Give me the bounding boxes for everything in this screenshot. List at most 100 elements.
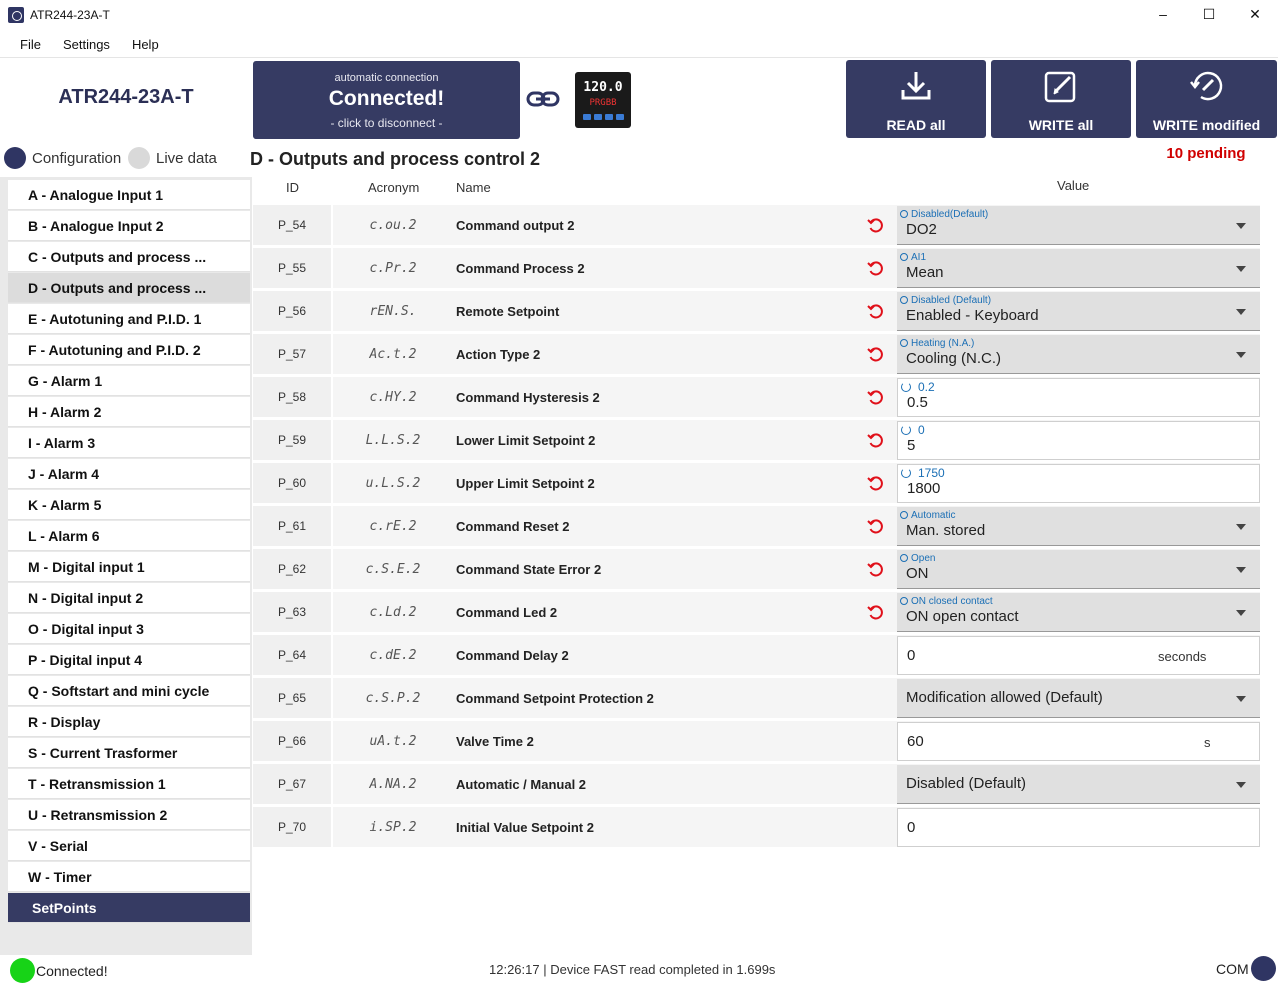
- menu-settings[interactable]: Settings: [63, 37, 110, 52]
- sidebar-item-v[interactable]: V - Serial: [8, 831, 250, 861]
- selected-value: Enabled - Keyboard: [906, 307, 1039, 324]
- com-port-indicator-icon[interactable]: [1251, 956, 1276, 981]
- write-all-label: WRITE all: [1028, 117, 1094, 133]
- value-input[interactable]: 60 s: [897, 722, 1260, 761]
- param-id: P_57: [253, 334, 331, 374]
- param-acronym: c.ou.2: [369, 217, 417, 233]
- sidebar-item-w[interactable]: W - Timer: [8, 862, 250, 892]
- sidebar-item-a[interactable]: A - Analogue Input 1: [8, 180, 250, 210]
- param-acronym: L.L.S.2: [365, 432, 421, 448]
- reset-to-default-icon[interactable]: [867, 518, 883, 534]
- value-select[interactable]: AI1 Mean: [897, 249, 1260, 288]
- configuration-label: Configuration: [32, 149, 122, 167]
- sidebar-item-d[interactable]: D - Outputs and process ...: [8, 273, 250, 303]
- table-row: P_59 L.L.S.2 Lower Limit Setpoint 2 05: [253, 420, 1260, 460]
- value-select[interactable]: Automatic Man. stored: [897, 507, 1260, 546]
- sidebar-item-b[interactable]: B - Analogue Input 2: [8, 211, 250, 241]
- param-acronym: c.S.E.2: [365, 561, 421, 577]
- param-name: Valve Time 2: [456, 733, 534, 749]
- param-name: Command Hysteresis 2: [456, 389, 600, 405]
- download-icon: [901, 72, 931, 100]
- sidebar-item-f[interactable]: F - Autotuning and P.I.D. 2: [8, 335, 250, 365]
- read-all-button[interactable]: READ all: [846, 60, 986, 138]
- sidebar-item-c[interactable]: C - Outputs and process ...: [8, 242, 250, 272]
- table-row: P_62 c.S.E.2 Command State Error 2 Open ON: [253, 549, 1260, 589]
- minimize-button[interactable]: –: [1140, 0, 1186, 28]
- selected-value: ON open contact: [906, 608, 1019, 625]
- default-value-icon: [900, 339, 908, 347]
- connection-button[interactable]: automatic connection Connected! - click …: [253, 61, 520, 139]
- maximize-button[interactable]: ☐: [1186, 0, 1232, 28]
- sidebar-item-r[interactable]: R - Display: [8, 707, 250, 737]
- sidebar-item-m[interactable]: M - Digital input 1: [8, 552, 250, 582]
- reset-to-default-icon[interactable]: [867, 561, 883, 577]
- value-select[interactable]: Disabled(Default) DO2: [897, 206, 1260, 245]
- value-select[interactable]: Modification allowed (Default): [897, 679, 1260, 718]
- sidebar-item-k[interactable]: K - Alarm 5: [8, 490, 250, 520]
- reset-to-default-icon[interactable]: [867, 604, 883, 620]
- write-all-button[interactable]: WRITE all: [991, 60, 1131, 138]
- configuration-mode-toggle[interactable]: Configuration: [4, 147, 121, 169]
- sidebar-item-p[interactable]: P - Digital input 4: [8, 645, 250, 675]
- value-input[interactable]: 0 seconds: [897, 636, 1260, 675]
- sidebar-item-j[interactable]: J - Alarm 4: [8, 459, 250, 489]
- selected-value: Modification allowed (Default): [906, 689, 1103, 706]
- live-data-mode-toggle[interactable]: Live data: [128, 147, 217, 169]
- param-id: P_64: [253, 635, 331, 675]
- value-select[interactable]: Disabled (Default) Enabled - Keyboard: [897, 292, 1260, 331]
- column-header-name: Name: [456, 180, 491, 195]
- selected-value: Cooling (N.C.): [906, 350, 1002, 367]
- value-select[interactable]: Disabled (Default): [897, 765, 1260, 804]
- live-data-label: Live data: [156, 149, 217, 167]
- sidebar-item-l[interactable]: L - Alarm 6: [8, 521, 250, 551]
- sidebar-item-setpoints[interactable]: SetPoints: [8, 893, 250, 923]
- param-id: P_67: [253, 764, 331, 804]
- param-name: Action Type 2: [456, 346, 541, 362]
- table-row: P_67 A.NA.2 Automatic / Manual 2 Disabled (…: [253, 764, 1260, 804]
- value-unit: s: [1204, 735, 1211, 750]
- reset-to-default-icon[interactable]: [867, 303, 883, 319]
- sidebar-item-s[interactable]: S - Current Trasformer: [8, 738, 250, 768]
- param-acronym: c.Ld.2: [369, 604, 417, 620]
- value-select[interactable]: Heating (N.A.) Cooling (N.C.): [897, 335, 1260, 374]
- write-modified-button[interactable]: WRITE modified: [1136, 60, 1277, 138]
- sidebar-item-e[interactable]: E - Autotuning and P.I.D. 1: [8, 304, 250, 334]
- sidebar-item-q[interactable]: Q - Softstart and mini cycle: [8, 676, 250, 706]
- sidebar-item-t[interactable]: T - Retransmission 1: [8, 769, 250, 799]
- sidebar-item-h[interactable]: H - Alarm 2: [8, 397, 250, 427]
- chevron-down-icon: [1236, 567, 1246, 573]
- input-value: 0: [907, 647, 916, 664]
- menu-help[interactable]: Help: [132, 37, 159, 52]
- reset-to-default-icon[interactable]: [867, 389, 883, 405]
- chevron-down-icon: [1236, 696, 1246, 702]
- sidebar-item-g[interactable]: G - Alarm 1: [8, 366, 250, 396]
- value-unit: seconds: [1158, 649, 1207, 664]
- reset-to-default-icon[interactable]: [867, 260, 883, 276]
- value-input[interactable]: 05: [897, 421, 1260, 460]
- table-row: P_54 c.ou.2 Command output 2 Disabled(Defau…: [253, 205, 1260, 245]
- value-input[interactable]: 0.2 0.5: [897, 378, 1260, 417]
- close-button[interactable]: ✕: [1232, 0, 1278, 28]
- menu-file[interactable]: File: [20, 37, 41, 52]
- write-modified-label: WRITE modified: [1152, 117, 1261, 133]
- input-value: 5: [907, 437, 916, 454]
- reset-to-default-icon[interactable]: [867, 432, 883, 448]
- sidebar-item-i[interactable]: I - Alarm 3: [8, 428, 250, 458]
- connection-status: Connected!: [328, 87, 445, 110]
- sidebar-item-o[interactable]: O - Digital input 3: [8, 614, 250, 644]
- table-row: P_63 c.Ld.2 Command Led 2 ON closed contact…: [253, 592, 1260, 632]
- value-select[interactable]: ON closed contact ON open contact: [897, 593, 1260, 632]
- param-id: P_55: [253, 248, 331, 288]
- value-input[interactable]: 1750 1800: [897, 464, 1260, 503]
- param-name: Automatic / Manual 2: [456, 776, 587, 792]
- param-id: P_62: [253, 549, 331, 589]
- reset-to-default-icon[interactable]: [867, 217, 883, 233]
- reset-to-default-icon[interactable]: [867, 475, 883, 491]
- column-header-id: ID: [286, 180, 299, 195]
- reset-to-default-icon[interactable]: [867, 346, 883, 362]
- sidebar-item-u[interactable]: U - Retransmission 2: [8, 800, 250, 830]
- sidebar-item-n[interactable]: N - Digital input 2: [8, 583, 250, 613]
- value-input[interactable]: 0: [897, 808, 1260, 847]
- value-select[interactable]: Open ON: [897, 550, 1260, 589]
- param-name: Command Reset 2: [456, 518, 570, 534]
